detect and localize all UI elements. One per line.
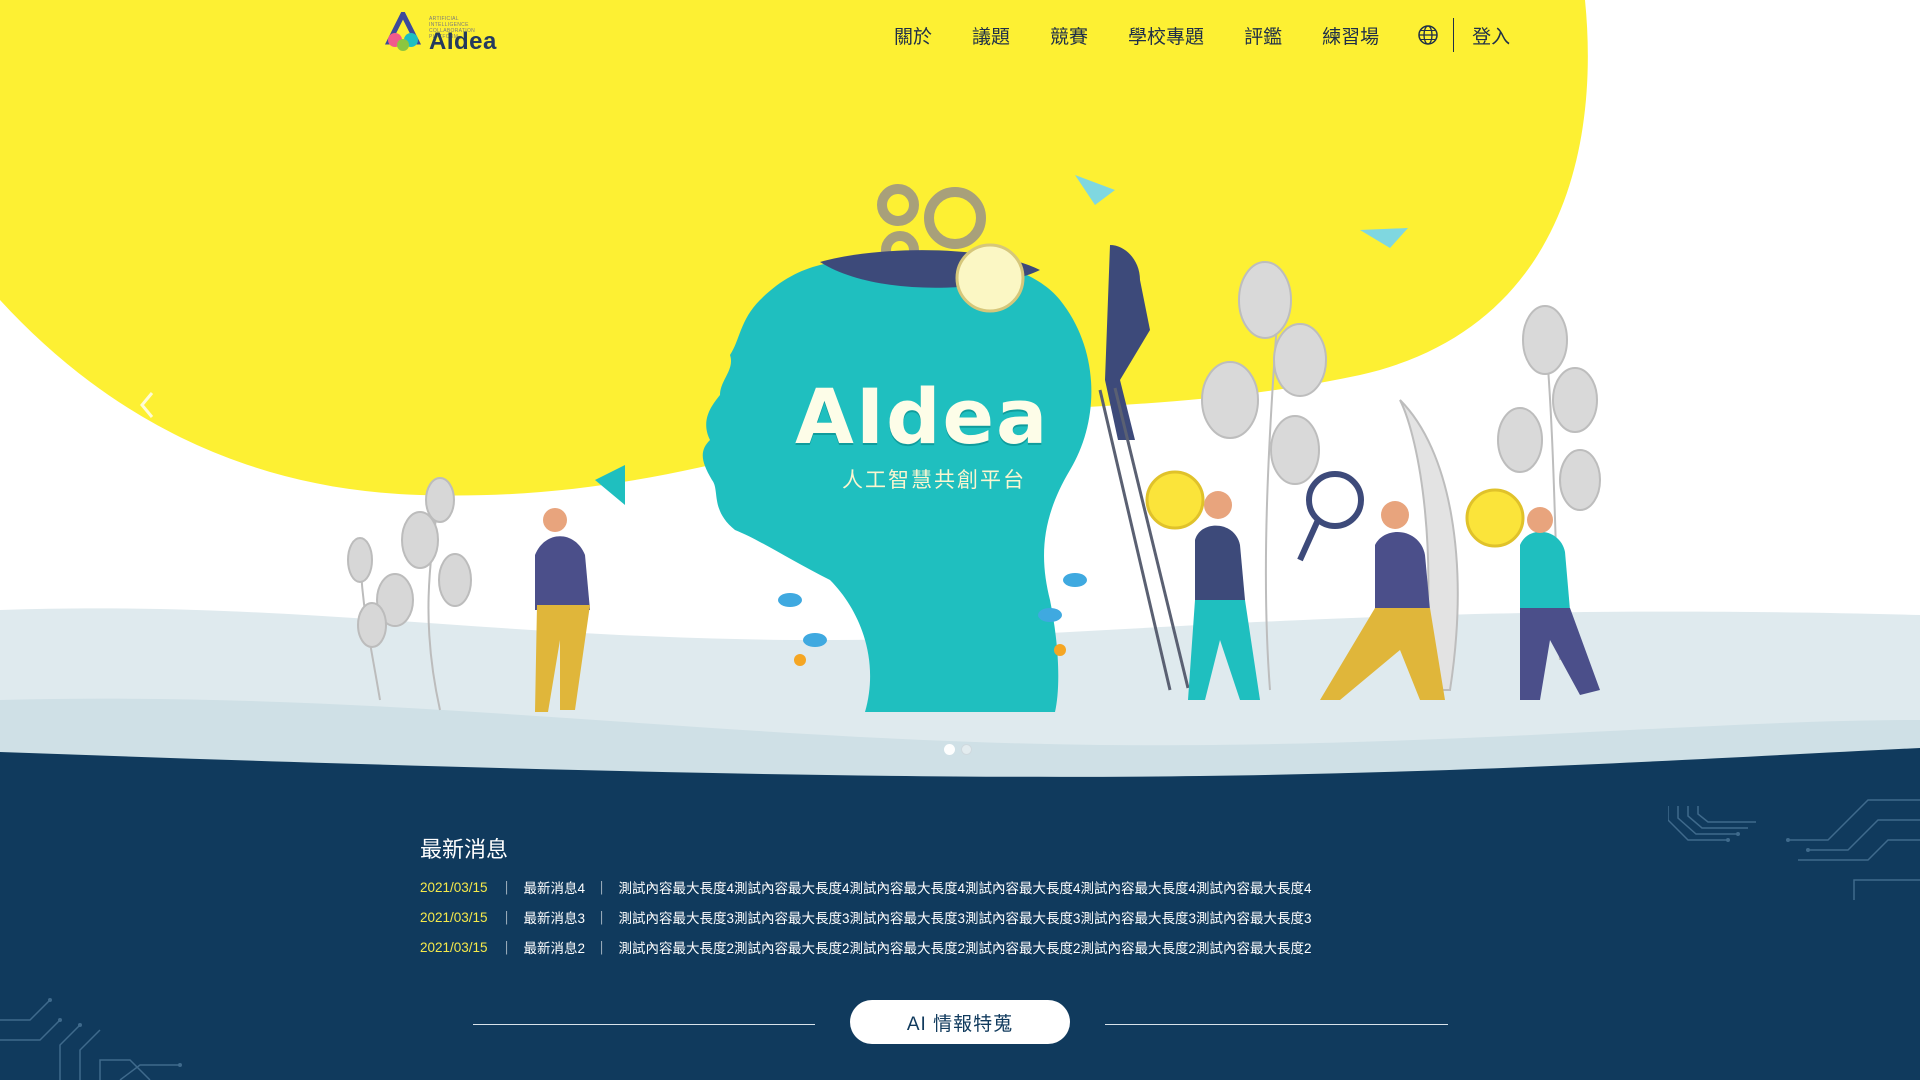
- news-body: 測試內容最大長度4測試內容最大長度4測試內容最大長度4測試內容最大長度4測試內容…: [618, 881, 1312, 896]
- news-separator: ｜: [500, 941, 514, 956]
- news-item[interactable]: 2021/03/15 ｜ 最新消息3 ｜ 測試內容最大長度3測試內容最大長度3測…: [420, 902, 1312, 932]
- news-item[interactable]: 2021/03/15 ｜ 最新消息2 ｜ 測試內容最大長度2測試內容最大長度2測…: [420, 932, 1312, 962]
- news-body: 測試內容最大長度3測試內容最大長度3測試內容最大長度3測試內容最大長度3測試內容…: [618, 911, 1312, 926]
- news-date: 2021/03/15: [420, 909, 488, 925]
- nav-topics[interactable]: 議題: [972, 22, 1010, 49]
- news-body: 測試內容最大長度2測試內容最大長度2測試內容最大長度2測試內容最大長度2測試內容…: [618, 941, 1312, 956]
- feature-line-right: [1105, 1024, 1448, 1025]
- chevron-left-icon[interactable]: [128, 385, 168, 425]
- feature-line-left: [473, 1024, 815, 1025]
- news-title: 最新消息4: [523, 881, 586, 896]
- news-separator: ｜: [595, 941, 609, 956]
- news-section: 最新消息 2021/03/15 ｜ 最新消息4 ｜ 測試內容最大長度4測試內容最…: [0, 780, 1920, 1080]
- hero-title: AIdea: [795, 372, 1050, 461]
- carousel-dot-1[interactable]: [944, 744, 955, 755]
- logo-mark-icon: [384, 8, 422, 51]
- news-separator: ｜: [595, 881, 609, 896]
- nav-competitions[interactable]: 競賽: [1050, 22, 1088, 49]
- news-title: 最新消息3: [523, 911, 586, 926]
- news-separator: ｜: [500, 911, 514, 926]
- nav-divider: [1453, 18, 1455, 52]
- main-nav: 關於 議題 競賽 學校專題 評鑑 練習場 登入: [894, 18, 1510, 52]
- hero-subtitle: 人工智慧共創平台: [842, 469, 1026, 492]
- news-title: 最新消息2: [523, 941, 586, 956]
- logo[interactable]: ARTIFICIAL INTELLIGENCE COLLABORATION PL…: [383, 8, 503, 55]
- news-item[interactable]: 2021/03/15 ｜ 最新消息4 ｜ 測試內容最大長度4測試內容最大長度4測…: [420, 872, 1312, 902]
- news-separator: ｜: [500, 881, 514, 896]
- news-date: 2021/03/15: [420, 879, 488, 895]
- carousel-indicators: [944, 744, 972, 755]
- chevron-right-icon[interactable]: [1754, 385, 1794, 425]
- circuit-decoration-left: [0, 998, 182, 1080]
- globe-icon[interactable]: [1417, 24, 1439, 46]
- news-separator: ｜: [595, 911, 609, 926]
- ai-feature-button[interactable]: AI 情報特蒐: [850, 1000, 1070, 1044]
- news-list: 2021/03/15 ｜ 最新消息4 ｜ 測試內容最大長度4測試內容最大長度4測…: [420, 872, 1312, 962]
- nav-about[interactable]: 關於: [894, 22, 932, 49]
- news-heading: 最新消息: [420, 837, 509, 862]
- circuit-decoration-right: [1668, 799, 1920, 900]
- logo-word: AIdea: [429, 28, 497, 55]
- nav-evaluation[interactable]: 評鑑: [1244, 22, 1282, 49]
- carousel-dot-2[interactable]: [961, 744, 972, 755]
- news-date: 2021/03/15: [420, 939, 488, 955]
- feature-row: AI 情報特蒐: [473, 1000, 1448, 1044]
- nav-practice[interactable]: 練習場: [1322, 22, 1379, 49]
- hero-banner: AIdea 人工智慧共創平台 ARTIFICIAL INTELLIGENCE C…: [0, 0, 1920, 780]
- nav-school-projects[interactable]: 學校專題: [1128, 22, 1204, 49]
- login-link[interactable]: 登入: [1472, 22, 1510, 49]
